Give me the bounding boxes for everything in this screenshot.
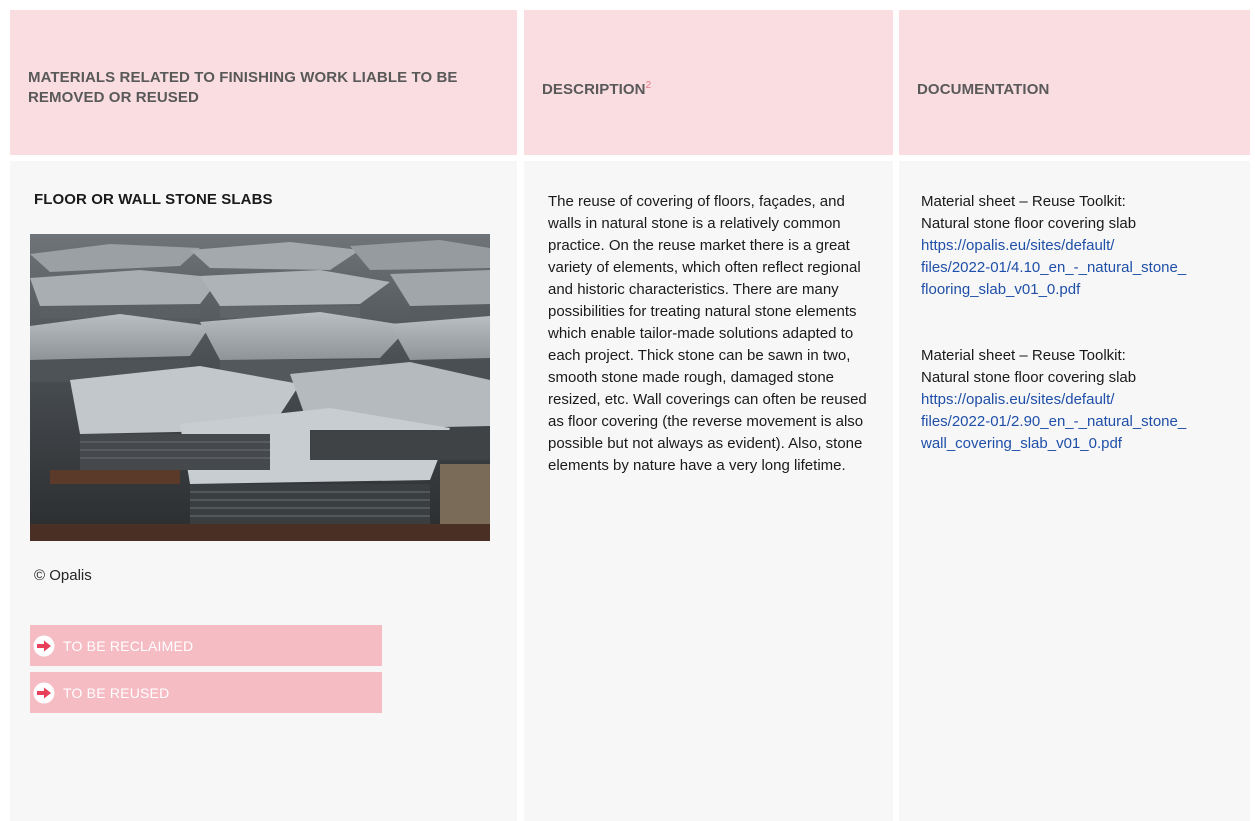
tag-label: TO BE REUSED <box>63 684 170 701</box>
documentation-column: DOCUMENTATION Material sheet – Reuse Too… <box>899 10 1250 821</box>
materials-table: MATERIALS RELATED TO FINISHING WORK LIAB… <box>0 0 1255 821</box>
materials-column: MATERIALS RELATED TO FINISHING WORK LIAB… <box>10 10 517 821</box>
footnote-marker[interactable]: 2 <box>646 80 652 91</box>
stone-slabs-photo <box>30 234 490 541</box>
doc-source: Material sheet – Reuse Toolkit: <box>921 193 1126 210</box>
documentation-entry: Material sheet – Reuse Toolkit: Natural … <box>921 345 1234 455</box>
description-header: DESCRIPTION2 <box>524 10 893 155</box>
arrow-right-circle-icon <box>33 682 55 704</box>
tag-label: TO BE RECLAIMED <box>63 637 194 654</box>
doc-link[interactable]: https://opalis.eu/sites/default/ files/2… <box>921 391 1186 452</box>
materials-header: MATERIALS RELATED TO FINISHING WORK LIAB… <box>10 10 517 155</box>
documentation-entry: Material sheet – Reuse Toolkit: Natural … <box>921 191 1234 301</box>
description-cell: The reuse of covering of floors, façades… <box>524 161 893 821</box>
documentation-header-label: DOCUMENTATION <box>917 81 1050 98</box>
to-be-reclaimed-button[interactable]: TO BE RECLAIMED <box>30 625 382 666</box>
description-header-text: DESCRIPTION <box>542 81 646 98</box>
to-be-reused-button[interactable]: TO BE REUSED <box>30 672 382 713</box>
materials-cell: FLOOR OR WALL STONE SLABS © Opalis TO BE… <box>10 161 517 821</box>
doc-title: Natural stone floor covering slab <box>921 369 1137 386</box>
arrow-right-circle-icon <box>33 635 55 657</box>
doc-source: Material sheet – Reuse Toolkit: <box>921 347 1126 364</box>
description-column: DESCRIPTION2 The reuse of covering of fl… <box>524 10 893 821</box>
documentation-header: DOCUMENTATION <box>899 10 1250 155</box>
stone-slabs-illustration <box>30 234 490 541</box>
materials-header-label: MATERIALS RELATED TO FINISHING WORK LIAB… <box>28 69 458 106</box>
item-title: FLOOR OR WALL STONE SLABS <box>34 191 273 208</box>
documentation-cell: Material sheet – Reuse Toolkit: Natural … <box>899 161 1250 821</box>
description-text: The reuse of covering of floors, façades… <box>548 193 867 474</box>
doc-title: Natural stone floor covering slab <box>921 215 1137 232</box>
doc-link[interactable]: https://opalis.eu/sites/default/ files/2… <box>921 237 1186 298</box>
photo-credit: © Opalis <box>34 567 92 584</box>
description-header-label: DESCRIPTION2 <box>542 80 881 100</box>
